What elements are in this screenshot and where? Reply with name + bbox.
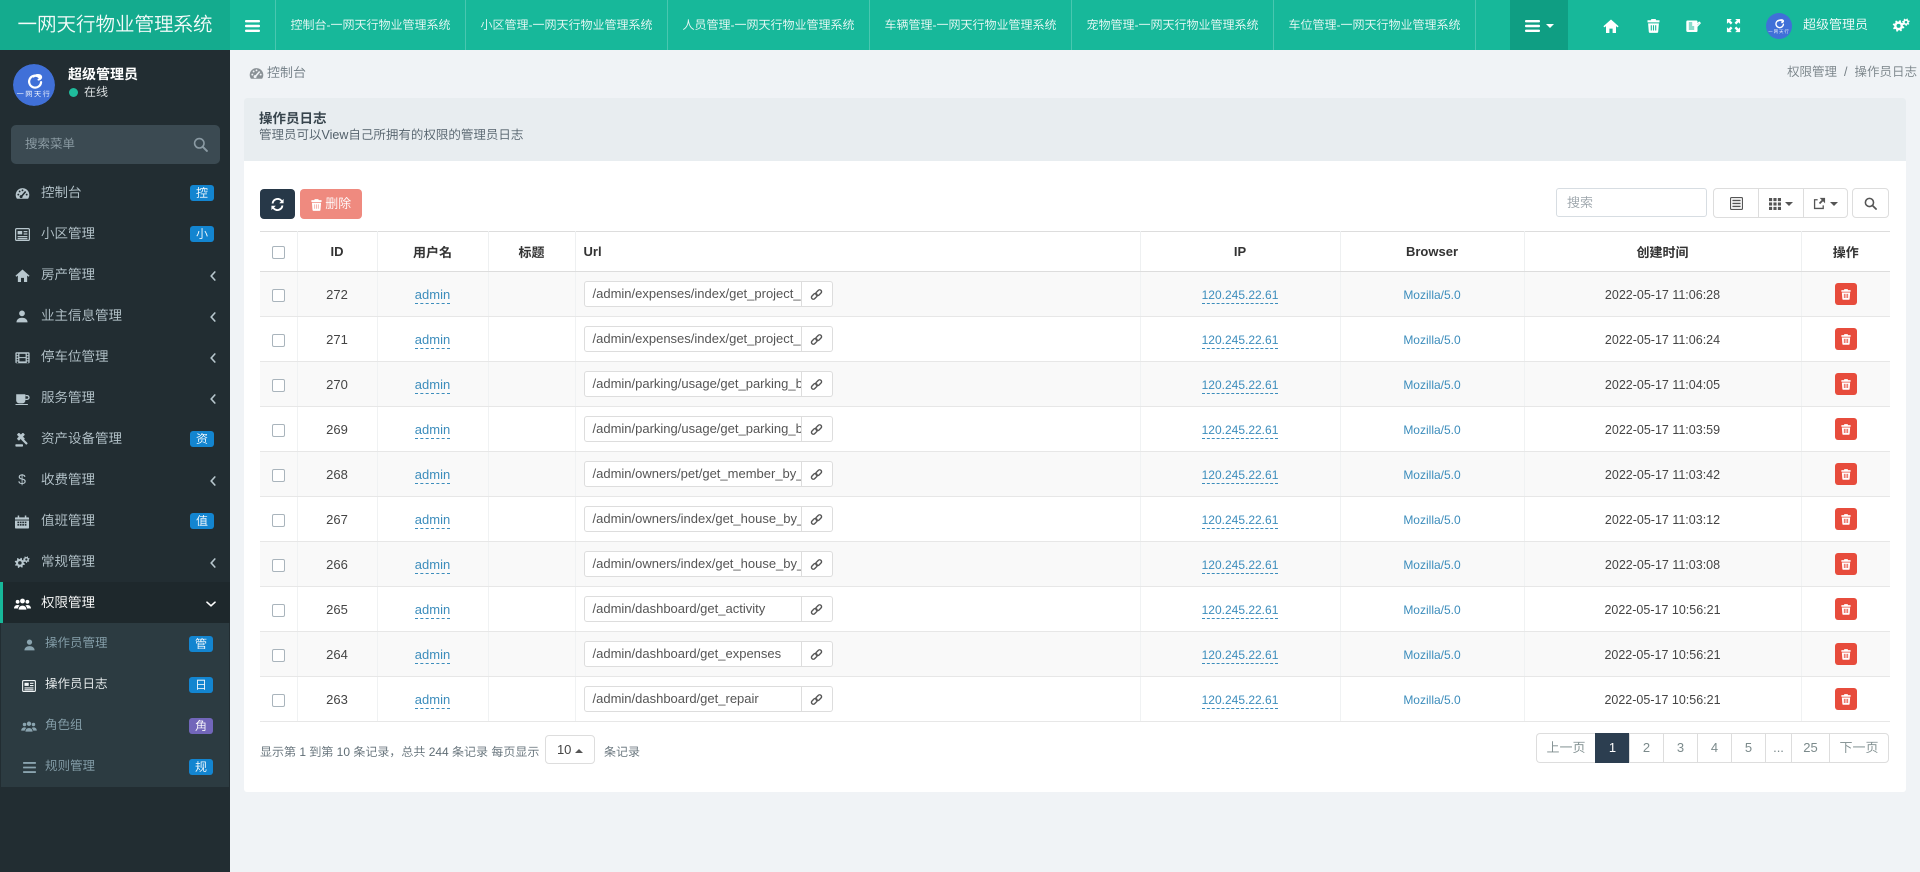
svg-text:一网天行: 一网天行 xyxy=(17,90,52,100)
svg-text:一网天行: 一网天行 xyxy=(1768,29,1789,35)
